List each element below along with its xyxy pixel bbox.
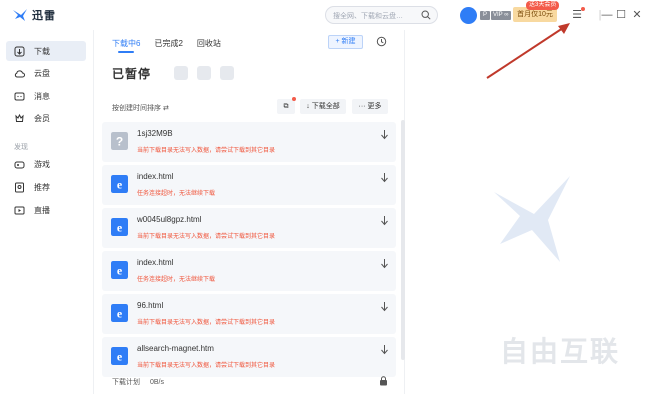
sidebar-item-label: 下载 bbox=[34, 46, 50, 56]
svg-text:e: e bbox=[117, 307, 123, 321]
download-icon bbox=[14, 46, 25, 56]
resume-download-icon[interactable] bbox=[380, 301, 389, 312]
list-item[interactable]: e w0045ul8gpz.html 当前下载目录无法写入数据，请尝试下载到其它目录 bbox=[102, 208, 396, 248]
more-button[interactable]: ··· 更多 bbox=[352, 99, 388, 114]
download-all-button[interactable]: ↓ 下载全部 bbox=[300, 99, 346, 114]
file-name: w0045ul8gpz.html bbox=[137, 215, 202, 224]
list-item[interactable]: e 96.html 当前下载目录无法写入数据，请尝试下载到其它目录 bbox=[102, 294, 396, 334]
html-file-icon: e bbox=[111, 304, 128, 322]
download-plan-label: 下载计划 bbox=[112, 379, 140, 386]
annotation-arrow bbox=[486, 23, 570, 79]
search-icon[interactable] bbox=[421, 10, 431, 20]
thunder-bird-icon bbox=[13, 9, 27, 21]
svg-text:e: e bbox=[117, 221, 123, 235]
download-panel: 下载中6 已完成2 回收站 + 新建 已暂停 按创建时间排序 ⇄ ⧉ ↓ 下载全… bbox=[93, 30, 405, 394]
html-file-icon: e bbox=[111, 261, 128, 279]
batch-notification-dot bbox=[292, 97, 296, 101]
download-arrow-icon: ↓ bbox=[306, 103, 310, 110]
message-icon bbox=[14, 92, 25, 100]
user-avatar[interactable] bbox=[460, 7, 477, 24]
file-error-message: 任务连接超时，无法继续下载 bbox=[137, 277, 216, 283]
new-task-button[interactable]: + 新建 bbox=[328, 35, 363, 49]
sidebar-item-label: 直播 bbox=[34, 205, 50, 215]
minimize-icon[interactable]: — bbox=[600, 8, 614, 22]
file-name: allsearch-magnet.htm bbox=[137, 344, 214, 353]
sidebar-item-message[interactable]: 消息 bbox=[6, 86, 86, 106]
game-icon bbox=[14, 161, 25, 168]
history-icon[interactable] bbox=[376, 36, 387, 47]
close-icon[interactable]: ✕ bbox=[630, 8, 644, 22]
maximize-icon[interactable]: ☐ bbox=[614, 8, 628, 22]
section-title: 已暂停 bbox=[112, 67, 152, 81]
lock-icon[interactable] bbox=[379, 376, 388, 386]
resume-download-icon[interactable] bbox=[380, 215, 389, 226]
sidebar: 下载 云盘 消息 会员 发现 游戏 推荐 直播 bbox=[0, 30, 92, 394]
svg-text:?: ? bbox=[116, 135, 123, 149]
file-name: index.html bbox=[137, 258, 174, 267]
unknown-file-icon: ? bbox=[111, 132, 128, 150]
cloud-icon bbox=[14, 69, 25, 77]
sidebar-item-live[interactable]: 直播 bbox=[6, 200, 86, 220]
sidebar-item-label: 游戏 bbox=[34, 159, 50, 169]
sidebar-item-recommend[interactable]: 推荐 bbox=[6, 177, 86, 197]
download-speed: 0B/s bbox=[149, 379, 164, 386]
discover-section-label: 发现 bbox=[14, 144, 28, 151]
tab-completed[interactable]: 已完成2 bbox=[154, 38, 182, 49]
diamond-icon[interactable] bbox=[197, 66, 211, 80]
file-error-message: 当前下载目录无法写入数据，请尝试下载到其它目录 bbox=[137, 148, 276, 154]
sidebar-item-label: 会员 bbox=[34, 113, 50, 123]
vip-promo-tag: 送3天会员 bbox=[526, 1, 560, 10]
app-title: 迅雷 bbox=[32, 10, 56, 22]
tab-recycle-bin[interactable]: 回收站 bbox=[197, 38, 221, 49]
list-item[interactable]: ? 1sj32M9B 当前下载目录无法写入数据，请尝试下载到其它目录 bbox=[102, 122, 396, 162]
html-file-icon: e bbox=[111, 218, 128, 236]
sort-dropdown[interactable]: 按创建时间排序 ⇄ bbox=[112, 103, 169, 113]
sidebar-item-label: 推荐 bbox=[34, 182, 50, 192]
sidebar-item-label: 云盘 bbox=[34, 68, 50, 78]
list-item[interactable]: e index.html 任务连接超时，无法继续下载 bbox=[102, 165, 396, 205]
file-error-message: 当前下载目录无法写入数据，请尝试下载到其它目录 bbox=[137, 320, 276, 326]
file-error-message: 当前下载目录无法写入数据，请尝试下载到其它目录 bbox=[137, 363, 276, 369]
download-plan[interactable]: 下载计划 0B/s bbox=[112, 377, 164, 387]
speed-boost-icon[interactable] bbox=[174, 66, 188, 80]
rocket-icon[interactable] bbox=[220, 66, 234, 80]
resume-download-icon[interactable] bbox=[380, 258, 389, 269]
app-logo: 迅雷 bbox=[12, 7, 56, 23]
scrollbar[interactable] bbox=[401, 120, 405, 360]
member-icon bbox=[15, 113, 24, 122]
sidebar-item-cloud[interactable]: 云盘 bbox=[6, 63, 86, 83]
sidebar-item-download[interactable]: 下载 bbox=[6, 41, 86, 61]
sidebar-item-game[interactable]: 游戏 bbox=[6, 154, 86, 174]
thunder-bird-watermark-icon bbox=[494, 176, 570, 262]
resume-download-icon[interactable] bbox=[380, 344, 389, 355]
tab-downloading[interactable]: 下载中6 bbox=[112, 38, 140, 53]
html-file-icon: e bbox=[111, 175, 128, 193]
download-tabs: 下载中6 已完成2 回收站 bbox=[112, 38, 235, 53]
sidebar-item-label: 消息 bbox=[34, 91, 50, 101]
list-item[interactable]: e allsearch-magnet.htm 当前下载目录无法写入数据，请尝试下载到… bbox=[102, 337, 396, 377]
watermark-text: 自由互联 bbox=[500, 336, 621, 367]
svg-text:e: e bbox=[117, 350, 123, 364]
file-error-message: 任务连接超时，无法继续下载 bbox=[137, 191, 216, 197]
search-placeholder[interactable]: 搜全网、下载和云盘… bbox=[333, 11, 403, 21]
resume-download-icon[interactable] bbox=[380, 129, 389, 140]
file-name: index.html bbox=[137, 172, 174, 181]
download-all-label: 下载全部 bbox=[311, 103, 340, 110]
recommend-icon bbox=[15, 182, 24, 192]
file-name: 96.html bbox=[137, 301, 164, 310]
file-error-message: 当前下载目录无法写入数据，请尝试下载到其它目录 bbox=[137, 234, 276, 240]
sidebar-item-member[interactable]: 会员 bbox=[6, 108, 86, 128]
svg-text:e: e bbox=[117, 264, 123, 278]
menu-notification-dot bbox=[581, 7, 585, 11]
html-file-icon: e bbox=[111, 347, 128, 365]
resume-download-icon[interactable] bbox=[380, 172, 389, 183]
svg-text:e: e bbox=[117, 178, 123, 192]
batch-icon[interactable]: ⧉ bbox=[277, 99, 295, 114]
list-item[interactable]: e index.html 任务连接超时，无法继续下载 bbox=[102, 251, 396, 291]
search-box[interactable]: 搜全网、下载和云盘… bbox=[325, 6, 438, 24]
file-name: 1sj32M9B bbox=[137, 129, 173, 138]
live-icon bbox=[14, 206, 25, 214]
